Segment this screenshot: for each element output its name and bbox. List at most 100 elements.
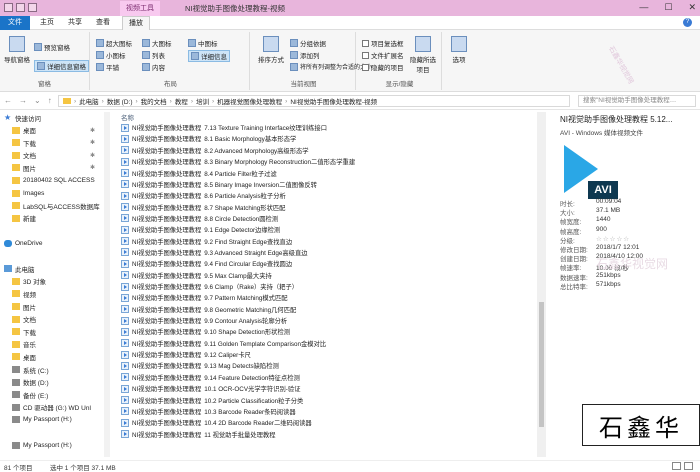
list-item[interactable]: NI视觉助手图像处理教程 8.7 Shape Matching形状匹配 bbox=[121, 201, 531, 212]
maximize-button[interactable]: ☐ bbox=[664, 2, 672, 13]
breadcrumb-separator[interactable]: › bbox=[191, 98, 193, 105]
nav-item[interactable]: 文档 bbox=[0, 314, 103, 325]
hide-selected-button[interactable]: 隐藏所选项目 bbox=[408, 36, 438, 74]
context-tab-video-tools[interactable]: 视频工具 bbox=[120, 1, 160, 16]
nav-item[interactable]: 下载 ✱ bbox=[0, 137, 103, 148]
breadcrumb-item[interactable]: 数据 (D:) bbox=[107, 96, 133, 106]
list-item[interactable]: NI视觉助手图像处理教程 9.14 Feature Detection特征点检测 bbox=[121, 372, 531, 383]
breadcrumb-separator[interactable]: › bbox=[285, 98, 287, 105]
nav-item[interactable]: 数据 (D:) bbox=[0, 377, 103, 388]
list-item[interactable]: NI视觉助手图像处理教程 9.7 Pattern Matching模式匹配 bbox=[121, 292, 531, 303]
list-item[interactable]: NI视觉助手图像处理教程 10.1 OCR-OCV光学字符识别-验证 bbox=[121, 383, 531, 394]
item-checkboxes-toggle[interactable]: 项目复选框 bbox=[362, 38, 404, 48]
breadcrumb-item[interactable]: 培训 bbox=[196, 96, 209, 106]
nav-item[interactable]: 图片 bbox=[0, 301, 103, 312]
options-button[interactable]: 选项 bbox=[444, 36, 474, 64]
list-item[interactable]: NI视觉助手图像处理教程 8.1 Basic Morphology基本形态学 bbox=[121, 133, 531, 144]
up-arrow-icon[interactable]: ↑ bbox=[48, 96, 52, 105]
details-view-icon[interactable] bbox=[672, 462, 681, 470]
tab-share[interactable]: 共享 bbox=[62, 16, 88, 30]
layout-xl-icons[interactable]: 超大图标 bbox=[96, 38, 132, 48]
folder-icon[interactable] bbox=[4, 3, 13, 12]
nav-item[interactable]: CD 驱动器 (G:) WD Unl bbox=[0, 402, 103, 413]
list-item[interactable]: NI视觉助手图像处理教程 9.4 Find Circular Edge查找圆边 bbox=[121, 258, 531, 269]
list-item[interactable]: NI视觉助手图像处理教程 8.2 Advanced Morphology高级形态学 bbox=[121, 145, 531, 156]
list-item[interactable]: NI视觉助手图像处理教程 10.2 Particle Classification… bbox=[121, 394, 531, 405]
nav-item[interactable]: 桌面 ✱ bbox=[0, 125, 103, 136]
list-item[interactable]: NI视觉助手图像处理教程 7.13 Texture Training Interf… bbox=[121, 122, 531, 133]
nav-item[interactable]: LabSQL与ACCESS数据库 bbox=[0, 200, 103, 211]
list-item[interactable]: NI视觉助手图像处理教程 8.4 Particle Filter粒子过滤 bbox=[121, 167, 531, 178]
nav-item[interactable]: 文档 ✱ bbox=[0, 150, 103, 161]
breadcrumb-separator[interactable]: › bbox=[212, 98, 214, 105]
forward-arrow-icon[interactable]: → bbox=[19, 96, 27, 105]
list-item[interactable]: NI视觉助手图像处理教程 8.8 Circle Detection圆检测 bbox=[121, 213, 531, 224]
add-columns-button[interactable]: 添加列 bbox=[290, 50, 320, 60]
breadcrumb-item[interactable]: 机器视觉图像处理教程 bbox=[217, 96, 282, 106]
breadcrumb-separator[interactable]: › bbox=[135, 98, 137, 105]
close-button[interactable]: ✕ bbox=[688, 2, 696, 13]
nav-item[interactable]: My Passport (H:) bbox=[0, 440, 103, 451]
list-item[interactable]: NI视觉助手图像处理教程 9.3 Advanced Straight Edge高级… bbox=[121, 247, 531, 258]
list-item[interactable]: NI视觉助手图像处理教程 8.3 Binary Morphology Recons… bbox=[121, 156, 531, 167]
file-list-scrollbar[interactable] bbox=[537, 112, 546, 457]
list-item[interactable]: NI视觉助手图像处理教程 9.6 Clamp（Rake）夹持（耙子） bbox=[121, 281, 531, 292]
nav-item[interactable]: 3D 对象 bbox=[0, 276, 103, 287]
nav-pane-button[interactable]: 导航窗格 bbox=[2, 36, 32, 64]
breadcrumb-item[interactable]: 教程 bbox=[175, 96, 188, 106]
file-extensions-toggle[interactable]: 文件扩展名 bbox=[362, 50, 404, 60]
undo-icon[interactable] bbox=[28, 3, 37, 12]
list-item[interactable]: NI视觉助手图像处理教程 8.5 Binary Image Inversion二值… bbox=[121, 179, 531, 190]
list-item[interactable]: NI视觉助手图像处理教程 9.13 Mag Detects缺陷检测 bbox=[121, 360, 531, 371]
thumbnails-view-icon[interactable] bbox=[684, 462, 693, 470]
nav-item[interactable]: 新建 bbox=[0, 213, 103, 224]
nav-item[interactable]: 视频 bbox=[0, 288, 103, 299]
tab-file[interactable]: 文件 bbox=[0, 16, 30, 30]
layout-list[interactable]: 列表 bbox=[142, 50, 165, 60]
recent-chevron-icon[interactable]: ⌄ bbox=[34, 96, 41, 105]
details-pane-button[interactable]: 详细信息窗格 bbox=[34, 60, 89, 72]
tab-home[interactable]: 主页 bbox=[34, 16, 60, 30]
breadcrumb-separator[interactable]: › bbox=[102, 98, 104, 105]
layout-small-icons[interactable]: 小图标 bbox=[96, 50, 126, 60]
nav-item[interactable]: Images bbox=[0, 188, 103, 199]
layout-details[interactable]: 详细信息 bbox=[188, 50, 230, 62]
list-item[interactable]: NI视觉助手图像处理教程 10.3 Barcode Reader条码阅读器 bbox=[121, 406, 531, 417]
nav-item[interactable]: 此电脑 bbox=[0, 263, 103, 274]
list-item[interactable]: NI视觉助手图像处理教程 9.11 Golden Template Compari… bbox=[121, 338, 531, 349]
breadcrumb-separator[interactable]: › bbox=[170, 98, 172, 105]
back-arrow-icon[interactable]: ← bbox=[4, 96, 12, 105]
list-item[interactable]: NI视觉助手图像处理教程 9.9 Contour Analysis轮廓分析 bbox=[121, 315, 531, 326]
list-item[interactable]: NI视觉助手图像处理教程 9.2 Find Straight Edge查找直边 bbox=[121, 236, 531, 247]
save-icon[interactable] bbox=[16, 3, 25, 12]
list-item[interactable]: NI视觉助手图像处理教程 9.5 Max Clamp最大夹持 bbox=[121, 270, 531, 281]
breadcrumb-separator[interactable]: › bbox=[74, 98, 76, 105]
list-item[interactable]: NI视觉助手图像处理教程 10.4 2D Barcode Reader二维码阅读器 bbox=[121, 417, 531, 428]
layout-content[interactable]: 内容 bbox=[142, 62, 165, 72]
tab-view[interactable]: 查看 bbox=[90, 16, 116, 30]
nav-item[interactable]: 系统 (C:) bbox=[0, 364, 103, 375]
layout-large-icons[interactable]: 大图标 bbox=[142, 38, 172, 48]
nav-item[interactable]: ★ 快速访问 bbox=[0, 112, 103, 123]
scrollbar-thumb[interactable] bbox=[539, 302, 544, 427]
nav-item[interactable]: 图片 ✱ bbox=[0, 162, 103, 173]
list-item[interactable]: NI视觉助手图像处理教程 9.10 Shape Detection形状检测 bbox=[121, 326, 531, 337]
group-by-button[interactable]: 分组依据 bbox=[290, 38, 326, 48]
hidden-items-toggle[interactable]: 隐藏的项目 bbox=[362, 62, 404, 72]
list-item[interactable]: NI视觉助手图像处理教程 9.1 Edge Detector边缘检测 bbox=[121, 224, 531, 235]
nav-item[interactable]: 备份 (E:) bbox=[0, 389, 103, 400]
tab-play[interactable]: 播放 bbox=[122, 16, 150, 30]
nav-item[interactable]: 桌面 bbox=[0, 351, 103, 362]
nav-item[interactable]: 20180402 SQL ACCESS bbox=[0, 175, 103, 186]
breadcrumb-item[interactable]: 此电脑 bbox=[79, 96, 99, 106]
help-icon[interactable]: ? bbox=[683, 18, 692, 27]
nav-item[interactable]: OneDrive bbox=[0, 238, 103, 249]
layout-tiles[interactable]: 平铺 bbox=[96, 62, 119, 72]
preview-pane-button[interactable]: 预览窗格 bbox=[34, 42, 70, 52]
breadcrumb-item[interactable]: NI视觉助手图像处理教程-视频 bbox=[290, 96, 377, 106]
search-input[interactable]: 搜索"NI视觉助手图像处理教程… bbox=[578, 95, 696, 107]
breadcrumb-item[interactable]: 我的文档 bbox=[141, 96, 167, 106]
nav-item[interactable]: 音乐 bbox=[0, 339, 103, 350]
nav-item[interactable]: 下载 bbox=[0, 326, 103, 337]
layout-medium-icons[interactable]: 中图标 bbox=[188, 38, 218, 48]
